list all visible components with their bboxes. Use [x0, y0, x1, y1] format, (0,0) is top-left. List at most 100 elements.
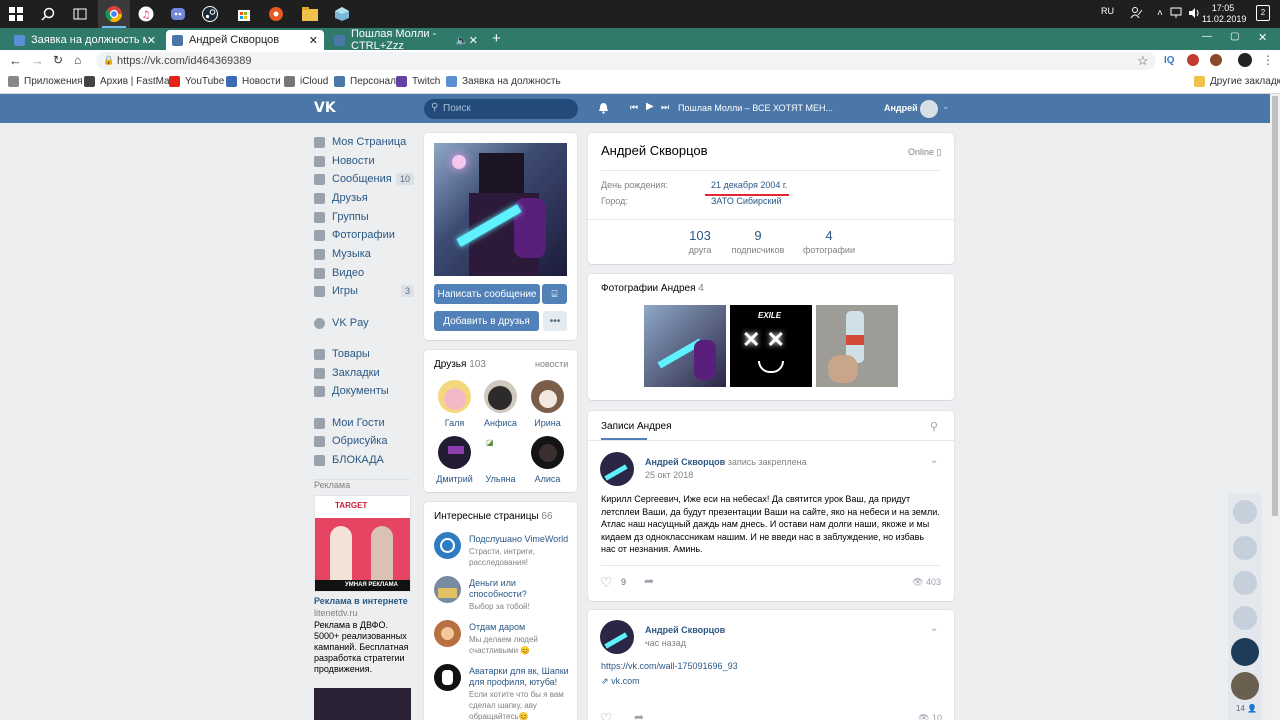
broken-image-icon[interactable]: ◪: [486, 438, 494, 447]
nav-friends[interactable]: Друзья: [314, 189, 414, 207]
profile-avatar-image[interactable]: [434, 143, 567, 276]
nav-video[interactable]: Видео: [314, 264, 414, 282]
chat-avatar[interactable]: [1233, 571, 1257, 595]
address-bar[interactable]: 🔒 https://vk.com/id464369389: [96, 52, 1156, 70]
reload-icon[interactable]: ↻: [53, 53, 63, 67]
chevron-up-icon[interactable]: ˄: [1157, 8, 1163, 19]
bookmark-youtube[interactable]: YouTube: [169, 76, 224, 87]
post-date[interactable]: час назад: [645, 638, 686, 648]
community-name[interactable]: Отдам даром: [469, 622, 569, 633]
friends-title[interactable]: Друзья 103: [434, 359, 486, 370]
counter-photos[interactable]: 4 фотографии: [796, 228, 862, 255]
back-icon[interactable]: ←: [9, 53, 22, 68]
friend-avatar[interactable]: [438, 380, 471, 413]
iq-extension-icon[interactable]: IQ: [1164, 55, 1175, 66]
close-tab-icon[interactable]: ✕: [469, 34, 478, 47]
like-icon[interactable]: ♡: [600, 574, 613, 591]
friend-avatar[interactable]: [438, 436, 471, 469]
nav-blokada[interactable]: БЛОКАДА: [314, 451, 414, 469]
lock-icon[interactable]: 🔒: [103, 55, 114, 66]
friend-name[interactable]: Ирина: [517, 418, 578, 428]
nav-documents[interactable]: Документы: [314, 382, 414, 400]
post-author-avatar[interactable]: [600, 452, 634, 486]
previous-track-icon[interactable]: ⏮: [630, 102, 638, 113]
city-value[interactable]: ЗАТО Сибирский: [711, 196, 782, 206]
network-icon[interactable]: [1170, 7, 1182, 22]
clock[interactable]: 17:05 11.02.2019: [1202, 3, 1246, 25]
itunes-icon[interactable]: ♫: [130, 0, 162, 28]
chrome-taskbar-icon[interactable]: [98, 0, 130, 28]
extension-red-icon[interactable]: [1187, 54, 1199, 66]
birthday-value[interactable]: 21 декабря 2004 г.: [711, 180, 788, 190]
menu-dots-icon[interactable]: ⋮: [1262, 53, 1274, 67]
player-track-title[interactable]: Пошлая Молли – ВСЕ ХОТЯТ МЕН...: [678, 103, 833, 113]
friend-avatar[interactable]: [484, 380, 517, 413]
bookmark-personal[interactable]: Персонал: [334, 76, 396, 87]
bookmark-news[interactable]: Новости: [226, 76, 281, 87]
bookmark-application[interactable]: Заявка на должность: [446, 76, 561, 87]
chevron-down-icon[interactable]: ⌄: [930, 455, 938, 466]
close-tab-icon[interactable]: ✕: [147, 34, 156, 47]
new-tab-button[interactable]: +: [492, 30, 501, 47]
post-link[interactable]: https://vk.com/wall-175091696_93: [601, 661, 738, 671]
counter-friends[interactable]: 103 друга: [670, 228, 730, 255]
vk-logo[interactable]: VK: [314, 100, 336, 116]
close-tab-icon[interactable]: ✕: [309, 34, 318, 47]
counter-followers[interactable]: 9 подписчиков: [724, 228, 792, 255]
chat-avatar[interactable]: [1231, 638, 1259, 666]
discord-icon[interactable]: [162, 0, 194, 28]
volume-icon[interactable]: [1188, 7, 1200, 22]
send-message-button[interactable]: Написать сообщение: [434, 284, 540, 304]
photo-thumbnail[interactable]: [816, 305, 898, 387]
nav-groups[interactable]: Группы: [314, 208, 414, 226]
community-name[interactable]: Деньги или способности?: [469, 578, 569, 600]
online-friends-counter[interactable]: 14 👤: [1236, 704, 1257, 713]
chat-avatar[interactable]: [1233, 606, 1257, 630]
like-icon[interactable]: ♡: [600, 710, 613, 720]
photo-thumbnail[interactable]: EXILE ✕ ✕: [730, 305, 812, 387]
minimize-icon[interactable]: —: [1202, 31, 1212, 42]
gift-button[interactable]: ⌸: [542, 284, 567, 304]
search-icon[interactable]: ⚲: [930, 420, 938, 433]
header-username[interactable]: Андрей: [884, 103, 918, 113]
minecraft-launcher-icon[interactable]: [326, 0, 358, 28]
more-actions-button[interactable]: •••: [543, 311, 567, 331]
forward-icon[interactable]: →: [31, 53, 44, 68]
photo-thumbnail[interactable]: [644, 305, 726, 387]
search-input[interactable]: Поиск: [443, 103, 471, 114]
bookmark-twitch[interactable]: Twitch: [396, 76, 440, 87]
chat-avatar[interactable]: [1233, 500, 1257, 524]
community-avatar[interactable]: [434, 664, 461, 691]
extension-brown-icon[interactable]: [1210, 54, 1222, 66]
post-author-name[interactable]: Андрей Скворцов: [645, 625, 725, 635]
share-icon[interactable]: ➦: [634, 710, 644, 720]
notifications-icon[interactable]: 2: [1256, 5, 1270, 21]
nav-vk-pay[interactable]: VK Pay: [314, 314, 414, 332]
nav-my-page[interactable]: Моя Страница: [314, 133, 414, 151]
post-date[interactable]: 25 окт 2018: [645, 470, 693, 480]
nav-games[interactable]: Игры 3: [314, 282, 414, 300]
tab-moderator-application[interactable]: Заявка на должность модерато ✕: [8, 30, 162, 50]
file-explorer-icon[interactable]: [294, 0, 326, 28]
community-name[interactable]: Подслушано VimeWorld: [469, 534, 569, 545]
post-link-domain[interactable]: ⇗ vk.com: [601, 676, 640, 687]
audio-playing-icon[interactable]: 🔈: [455, 34, 469, 47]
maximize-icon[interactable]: ▢: [1230, 31, 1239, 42]
scrollbar-thumb[interactable]: [1272, 96, 1278, 516]
search-box[interactable]: ⚲ Поиск: [424, 99, 578, 119]
nav-my-guests[interactable]: Мои Гости: [314, 414, 414, 432]
community-avatar[interactable]: [434, 576, 461, 603]
ad-title[interactable]: Реклама в интернете: [314, 596, 408, 606]
post-author-avatar[interactable]: [600, 620, 634, 654]
nav-goods[interactable]: Товары: [314, 345, 414, 363]
tab-poshlaya-molly[interactable]: Пошлая Молли - CTRL+Zzz 🔈 ✕: [328, 28, 484, 52]
bookmark-other[interactable]: Другие закладки: [1194, 76, 1280, 87]
close-window-icon[interactable]: ✕: [1258, 31, 1267, 44]
interesting-title[interactable]: Интересные страницы 66: [434, 511, 553, 522]
bookmark-fastmail[interactable]: Архив | FastMail: [84, 76, 174, 87]
friends-news-link[interactable]: новости: [535, 359, 568, 369]
wall-tab-records[interactable]: Записи Андрея: [601, 421, 672, 432]
task-view-icon[interactable]: [64, 0, 96, 28]
play-icon[interactable]: ▶: [646, 101, 654, 112]
windows-start-icon[interactable]: [0, 0, 32, 28]
